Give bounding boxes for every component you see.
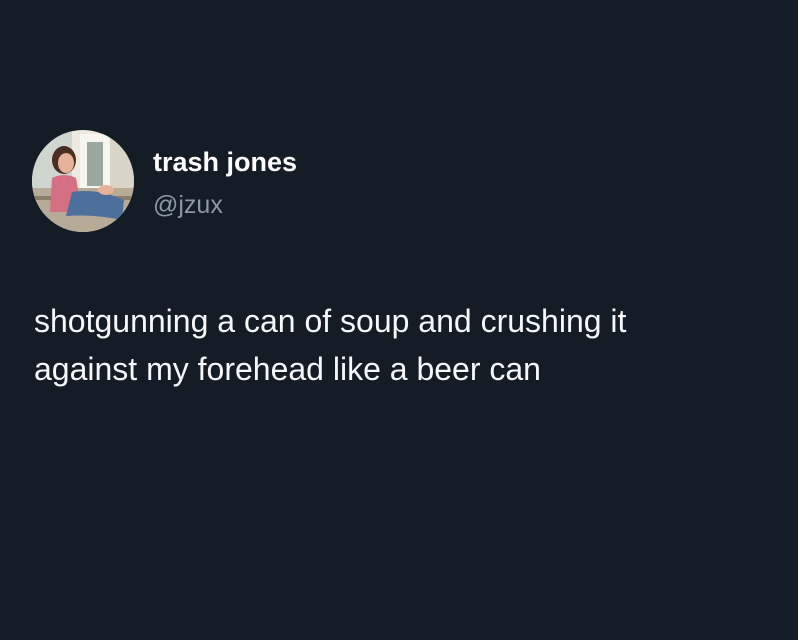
tweet-text-line: against my forehead like a beer can: [34, 351, 541, 387]
user-handle[interactable]: @jzux: [153, 189, 223, 221]
avatar-photo-icon: [32, 130, 134, 232]
tweet-card: trash jones @jzux shotgunning a can of s…: [0, 0, 798, 640]
avatar[interactable]: [32, 130, 134, 232]
tweet-text-line: shotgunning a can of soup and crushing i…: [34, 303, 627, 339]
display-name[interactable]: trash jones: [153, 145, 297, 179]
tweet-text: shotgunning a can of soup and crushing i…: [34, 297, 774, 393]
